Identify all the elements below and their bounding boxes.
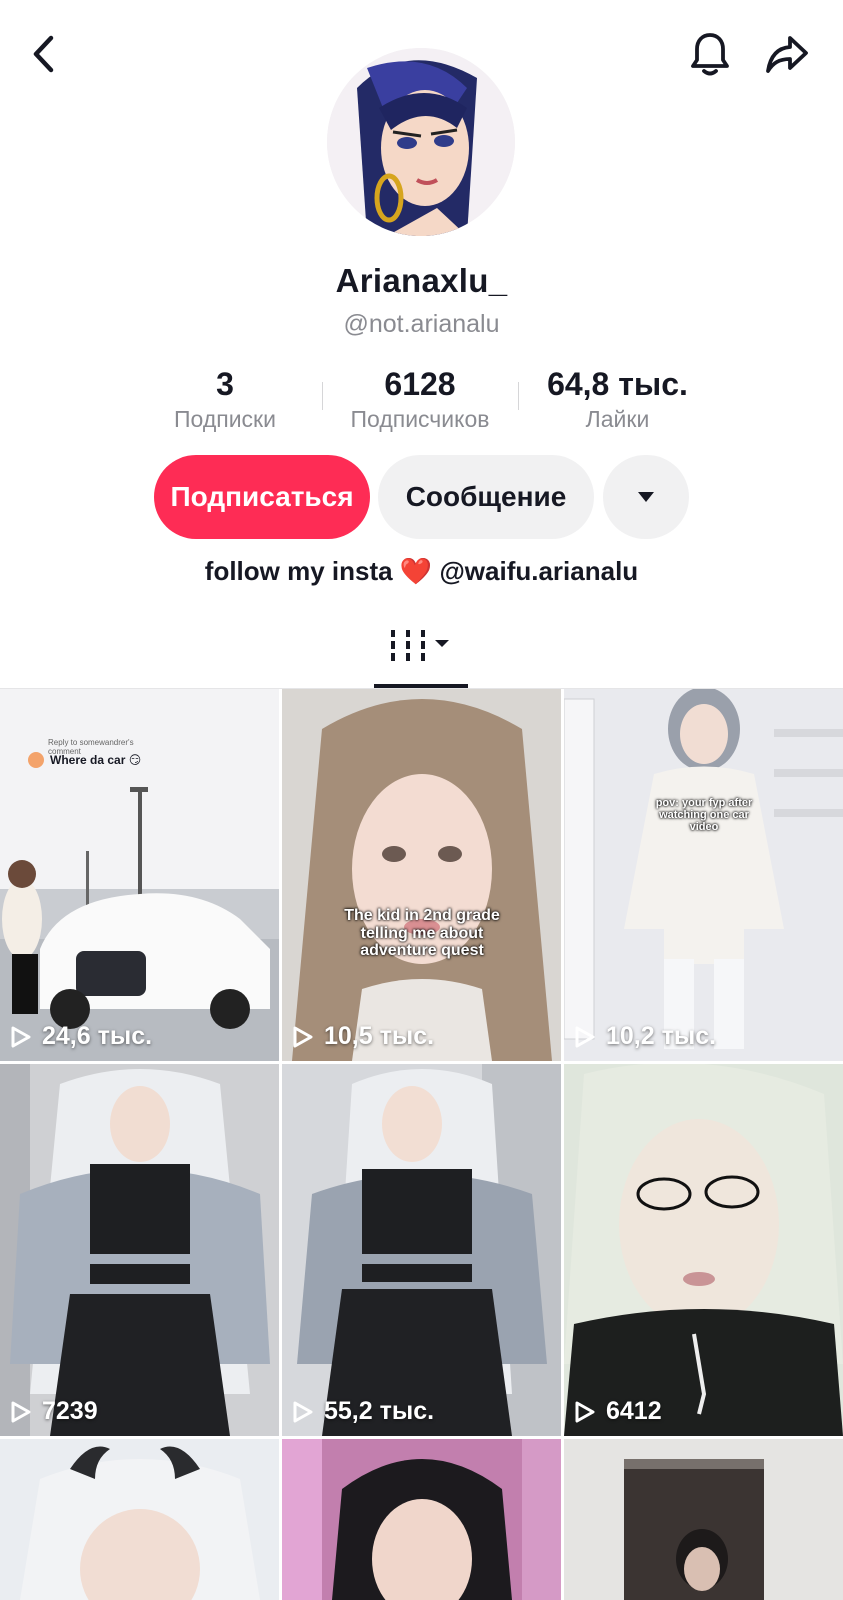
- video-thumbnail: [564, 1439, 843, 1600]
- followers-stat[interactable]: 6128 Подписчиков: [330, 364, 510, 434]
- following-count: 3: [216, 366, 234, 402]
- followers-label: Подписчиков: [350, 406, 490, 432]
- stat-divider: [322, 382, 323, 410]
- view-count: 6412: [574, 1397, 662, 1426]
- view-count-value: 55,2 тыс.: [324, 1397, 435, 1425]
- video-thumbnail: [564, 689, 843, 1061]
- bell-icon: [691, 33, 729, 76]
- heart-emoji: ❤️: [399, 556, 433, 586]
- play-icon: [293, 1401, 313, 1422]
- notifications-button[interactable]: [686, 30, 734, 78]
- video-thumbnail: [282, 1439, 561, 1600]
- likes-stat[interactable]: 64,8 тыс. Лайки: [525, 364, 710, 434]
- video-tile[interactable]: [282, 1439, 561, 1600]
- tab-videos[interactable]: [374, 626, 468, 688]
- back-button[interactable]: [22, 32, 66, 76]
- share-button[interactable]: [762, 30, 812, 78]
- bio-text: follow my insta: [204, 556, 393, 586]
- following-label: Подписки: [174, 406, 276, 432]
- username: @not.arianalu: [343, 310, 500, 338]
- avatar[interactable]: [327, 48, 515, 236]
- view-count: 7239: [10, 1397, 98, 1426]
- view-count: 10,2 тыс.: [574, 1022, 716, 1051]
- video-tile[interactable]: 6412: [564, 1064, 843, 1436]
- likes-count: 64,8 тыс.: [547, 366, 688, 402]
- stat-divider: [518, 382, 519, 410]
- view-count-value: 7239: [42, 1397, 98, 1425]
- caret-down-icon: [638, 492, 654, 502]
- view-count-value: 6412: [606, 1397, 662, 1425]
- followers-count: 6128: [384, 366, 456, 402]
- grid-icon: [391, 630, 449, 661]
- view-count-value: 10,5 тыс.: [324, 1022, 435, 1050]
- video-thumbnail: [0, 1439, 279, 1600]
- video-thumbnail: [564, 1064, 843, 1436]
- play-icon: [575, 1401, 595, 1422]
- play-icon: [11, 1401, 31, 1422]
- video-tile[interactable]: [564, 1439, 843, 1600]
- video-thumbnail: [0, 1064, 279, 1436]
- video-tile[interactable]: 7239: [0, 1064, 279, 1436]
- view-count-value: 24,6 тыс.: [42, 1022, 153, 1050]
- view-count: 24,6 тыс.: [10, 1022, 152, 1051]
- chevron-left-icon: [33, 35, 54, 73]
- avatar-image: [327, 48, 515, 236]
- video-tile[interactable]: pov: your fyp after watching one car vid…: [564, 689, 843, 1061]
- view-count-value: 10,2 тыс.: [606, 1022, 717, 1050]
- likes-label: Лайки: [585, 406, 650, 432]
- video-tile[interactable]: 55,2 тыс.: [282, 1064, 561, 1436]
- video-thumbnail: [282, 689, 561, 1061]
- play-icon: [11, 1026, 31, 1047]
- display-name: Arianaxlu_: [335, 262, 508, 299]
- following-stat[interactable]: 3 Подписки: [150, 364, 300, 434]
- message-button[interactable]: Сообщение: [378, 455, 594, 539]
- bio: follow my insta ❤️ @waifu.arianalu: [0, 556, 843, 587]
- view-count: 10,5 тыс.: [292, 1022, 434, 1051]
- play-icon: [575, 1026, 595, 1047]
- bio-instagram-handle[interactable]: @waifu.arianalu: [439, 556, 638, 586]
- share-arrow-icon: [766, 36, 808, 73]
- video-caption: The kid in 2nd grade telling me about ad…: [344, 907, 500, 960]
- video-tile[interactable]: [0, 1439, 279, 1600]
- more-options-button[interactable]: [603, 455, 689, 539]
- view-count: 55,2 тыс.: [292, 1397, 434, 1426]
- video-caption: Where da car 😏: [50, 753, 142, 767]
- video-caption: pov: your fyp after watching one car vid…: [655, 797, 753, 834]
- video-thumbnail: [282, 1064, 561, 1436]
- play-icon: [293, 1026, 313, 1047]
- video-tile[interactable]: The kid in 2nd grade telling me about ad…: [282, 689, 561, 1061]
- video-tile[interactable]: Reply to somewandrer's comment Where da …: [0, 689, 279, 1061]
- follow-button[interactable]: Подписаться: [154, 455, 370, 539]
